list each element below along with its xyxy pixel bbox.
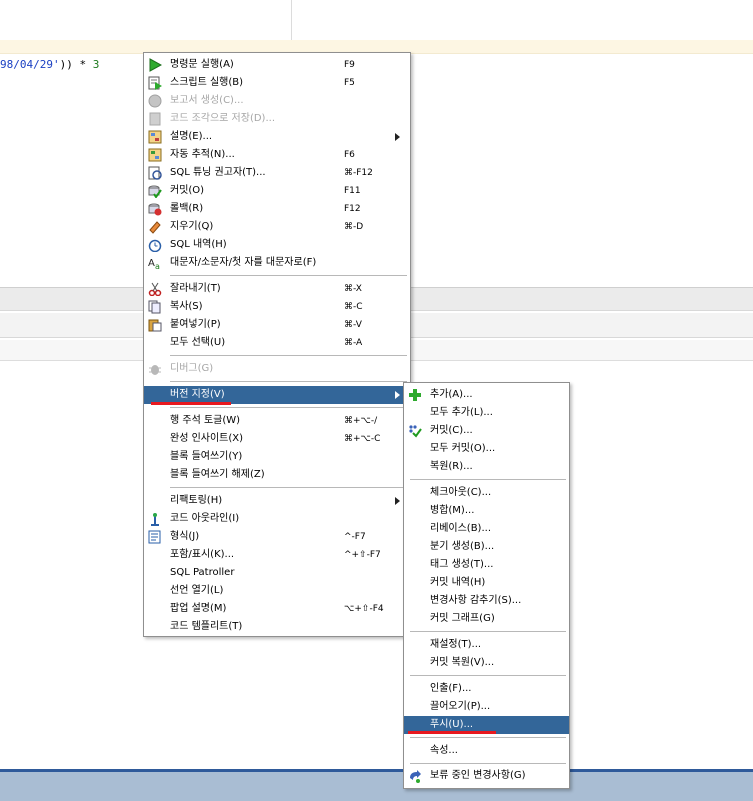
menu-separator bbox=[410, 763, 566, 764]
commit-changes-icon bbox=[408, 424, 422, 438]
paste-icon bbox=[148, 318, 162, 332]
run-script-icon bbox=[148, 76, 162, 90]
submenu-item-commit-history[interactable]: 커밋 내역(H) bbox=[404, 574, 569, 592]
versioning-submenu: 추가(A)... 모두 추가(L)... 커밋(C)... 모두 커밋(O)..… bbox=[403, 382, 570, 789]
submenu-item-merge[interactable]: 병합(M)... bbox=[404, 502, 569, 520]
menu-item-save-snippet[interactable]: 코드 조각으로 저장(D)... bbox=[144, 110, 410, 128]
submenu-item-add[interactable]: 추가(A)... bbox=[404, 386, 569, 404]
eraser-icon bbox=[148, 220, 162, 234]
submenu-item-stash-changes[interactable]: 변경사항 감추기(S)... bbox=[404, 592, 569, 610]
report-icon bbox=[148, 94, 162, 108]
history-icon bbox=[148, 238, 162, 253]
case-toggle-icon: Aa bbox=[148, 256, 162, 271]
submenu-item-fetch[interactable]: 인출(F)... bbox=[404, 680, 569, 698]
menu-item-sql-tuning-advisor[interactable]: SQL 튜닝 권고자(T)... ⌘-F12 bbox=[144, 164, 410, 182]
menu-item-copy[interactable]: 복사(S) ⌘-C bbox=[144, 298, 410, 316]
code-string: 98/04/29' bbox=[0, 58, 60, 71]
svg-text:a: a bbox=[155, 262, 160, 270]
submenu-arrow-icon bbox=[395, 497, 400, 505]
menu-item-rollback[interactable]: 롤백(R) F12 bbox=[144, 200, 410, 218]
submenu-arrow-icon bbox=[395, 391, 400, 399]
menu-item-refactoring[interactable]: 리팩토링(H) bbox=[144, 492, 410, 510]
menu-item-format[interactable]: 형식(J) ^-F7 bbox=[144, 528, 410, 546]
submenu-item-revert-commit[interactable]: 커밋 복원(V)... bbox=[404, 654, 569, 672]
menu-item-completion-insight[interactable]: 완성 인사이트(X) ⌘+⌥-C bbox=[144, 430, 410, 448]
menu-item-code-templates[interactable]: 코드 템플리트(T) bbox=[144, 618, 410, 636]
status-bar bbox=[0, 769, 753, 801]
menu-item-unindent-block[interactable]: 블록 들여쓰기 해제(Z) bbox=[144, 466, 410, 484]
menu-item-autotrace[interactable]: 자동 추적(N)... F6 bbox=[144, 146, 410, 164]
copy-icon bbox=[148, 300, 162, 314]
menu-separator bbox=[170, 487, 407, 488]
scissors-icon bbox=[148, 282, 162, 297]
autotrace-icon bbox=[148, 148, 162, 162]
code-operator: )) * bbox=[59, 58, 93, 71]
menu-item-toggle-case[interactable]: Aa 대문자/소문자/첫 자를 대문자로(F) bbox=[144, 254, 410, 272]
submenu-item-create-tag[interactable]: 태그 생성(T)... bbox=[404, 556, 569, 574]
menu-separator bbox=[170, 381, 407, 382]
submenu-item-create-branch[interactable]: 분기 생성(B)... bbox=[404, 538, 569, 556]
submenu-item-revert[interactable]: 복원(R)... bbox=[404, 458, 569, 476]
menu-separator bbox=[410, 631, 566, 632]
code-line[interactable]: 98/04/29')) * 3 bbox=[0, 58, 99, 72]
code-number: 3 bbox=[92, 58, 100, 71]
menu-item-sql-history[interactable]: SQL 내역(H) bbox=[144, 236, 410, 254]
rollback-icon bbox=[148, 202, 162, 216]
menu-item-explain[interactable]: 설명(E)... bbox=[144, 128, 410, 146]
editor-context-menu: 명령문 실행(A) F9 스크립트 실행(B) F5 보고서 생성(C)... … bbox=[143, 52, 411, 637]
submenu-arrow-icon bbox=[395, 133, 400, 141]
submenu-item-commit-all[interactable]: 모두 커밋(O)... bbox=[404, 440, 569, 458]
menu-item-run-script[interactable]: 스크립트 실행(B) F5 bbox=[144, 74, 410, 92]
menu-item-toggle-line-comment[interactable]: 행 주석 토글(W) ⌘+⌥-/ bbox=[144, 412, 410, 430]
submenu-item-reset[interactable]: 재설정(T)... bbox=[404, 636, 569, 654]
menu-item-fold-unfold[interactable]: 포함/표시(K)... ^+⇧-F7 bbox=[144, 546, 410, 564]
submenu-item-checkout[interactable]: 체크아웃(C)... bbox=[404, 484, 569, 502]
annotation-underline bbox=[408, 731, 496, 734]
menu-separator bbox=[410, 675, 566, 676]
debug-bug-icon bbox=[148, 362, 162, 376]
menu-separator bbox=[410, 737, 566, 738]
menu-item-sql-patroller[interactable]: SQL Patroller bbox=[144, 564, 410, 582]
save-snippet-icon bbox=[148, 112, 162, 126]
menu-item-create-report[interactable]: 보고서 생성(C)... bbox=[144, 92, 410, 110]
submenu-item-properties[interactable]: 속성... bbox=[404, 742, 569, 760]
submenu-item-commit[interactable]: 커밋(C)... bbox=[404, 422, 569, 440]
menu-item-commit[interactable]: 커밋(O) F11 bbox=[144, 182, 410, 200]
menu-item-cut[interactable]: 잘라내기(T) ⌘-X bbox=[144, 280, 410, 298]
menu-item-indent-block[interactable]: 블록 들여쓰기(Y) bbox=[144, 448, 410, 466]
add-plus-icon bbox=[408, 388, 422, 402]
run-statement-icon bbox=[148, 58, 163, 72]
menu-item-paste[interactable]: 붙여넣기(P) ⌘-V bbox=[144, 316, 410, 334]
submenu-item-commit-graph[interactable]: 커밋 그래프(G) bbox=[404, 610, 569, 628]
menu-item-debug[interactable]: 디버그(G) bbox=[144, 360, 410, 378]
code-outline-icon bbox=[148, 512, 162, 526]
menu-item-open-declaration[interactable]: 선언 열기(L) bbox=[144, 582, 410, 600]
explain-plan-icon bbox=[148, 130, 162, 144]
svg-text:A: A bbox=[148, 258, 155, 269]
menu-item-select-all[interactable]: 모두 선택(U) ⌘-A bbox=[144, 334, 410, 352]
menu-item-popup-describe[interactable]: 팝업 설명(M) ⌥+⇧-F4 bbox=[144, 600, 410, 618]
menu-item-code-outline[interactable]: 코드 아웃라인(I) bbox=[144, 510, 410, 528]
menu-separator bbox=[170, 407, 407, 408]
submenu-item-add-all[interactable]: 모두 추가(L)... bbox=[404, 404, 569, 422]
pending-changes-icon bbox=[408, 769, 422, 783]
menu-item-clear[interactable]: 지우기(Q) ⌘-D bbox=[144, 218, 410, 236]
submenu-item-pull[interactable]: 끌어오기(P)... bbox=[404, 698, 569, 716]
submenu-item-pending-changes[interactable]: 보류 중인 변경사항(G) bbox=[404, 767, 569, 785]
menu-separator bbox=[410, 479, 566, 480]
submenu-item-rebase[interactable]: 리베이스(B)... bbox=[404, 520, 569, 538]
commit-icon bbox=[148, 184, 162, 199]
tuning-advisor-icon bbox=[148, 166, 162, 180]
annotation-underline bbox=[151, 402, 231, 405]
menu-item-run-statement[interactable]: 명령문 실행(A) F9 bbox=[144, 56, 410, 74]
menu-separator bbox=[170, 355, 407, 356]
menu-separator bbox=[170, 275, 407, 276]
format-icon bbox=[148, 530, 162, 544]
